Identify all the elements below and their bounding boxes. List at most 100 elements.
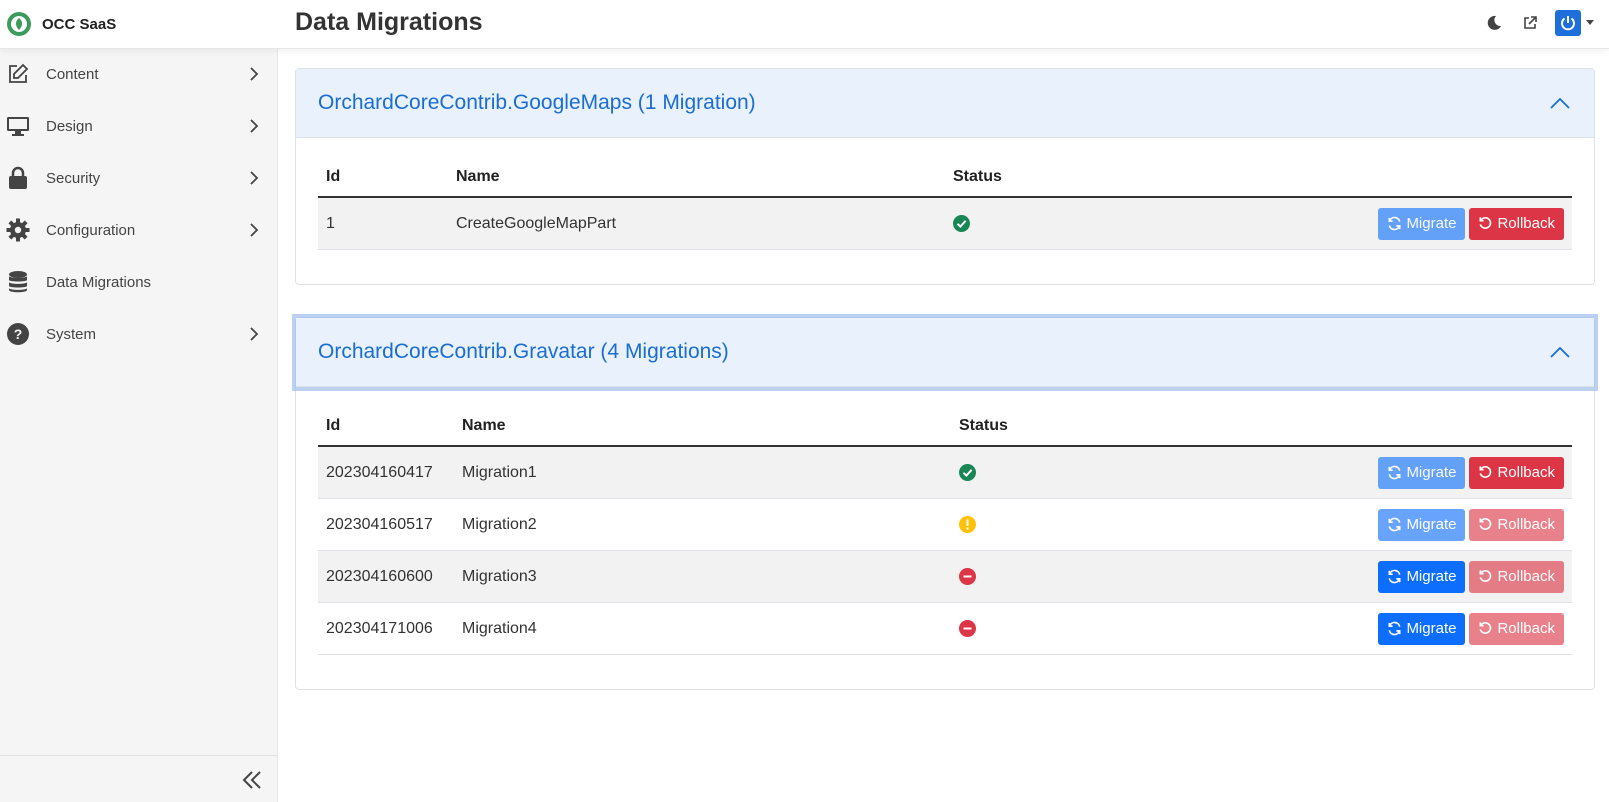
migrate-button[interactable]: Migrate xyxy=(1378,612,1466,645)
svg-text:?: ? xyxy=(14,326,23,342)
sidebar-item-configuration[interactable]: Configuration xyxy=(0,204,277,256)
moon-icon[interactable] xyxy=(1483,12,1505,34)
chevron-up-icon[interactable] xyxy=(1550,346,1570,358)
power-icon[interactable] xyxy=(1555,10,1581,36)
user-menu[interactable] xyxy=(1555,10,1595,36)
orchard-logo-icon xyxy=(7,12,31,36)
table-row: 202304171006 Migration4 Migrate Rollback xyxy=(318,602,1572,655)
migrations-tbody: 1 CreateGoogleMapPart Migrate Rollback xyxy=(318,197,1572,250)
migrate-label: Migrate xyxy=(1406,568,1457,585)
status-cell xyxy=(951,446,1103,499)
page-title: Data Migrations xyxy=(295,8,483,36)
rollback-button[interactable]: Rollback xyxy=(1469,612,1564,645)
column-header-status: Status xyxy=(945,160,1098,198)
chevron-right-icon xyxy=(250,171,259,185)
migration-id: 202304160600 xyxy=(318,550,454,603)
rollback-label: Rollback xyxy=(1497,568,1555,585)
external-link-icon[interactable] xyxy=(1519,12,1541,34)
status-cell xyxy=(951,550,1103,603)
migration-id: 202304160517 xyxy=(318,498,454,551)
module-title[interactable]: OrchardCoreContrib.Gravatar (4 Migration… xyxy=(318,340,729,364)
refresh-icon xyxy=(1388,216,1401,231)
sidebar-item-design[interactable]: Design xyxy=(0,100,277,152)
column-header-status: Status xyxy=(951,409,1103,447)
migration-name: CreateGoogleMapPart xyxy=(448,197,945,250)
migrations-table: Id Name Status 202304160417 Migration1 Mig… xyxy=(318,409,1572,655)
app-name: OCC SaaS xyxy=(42,15,117,33)
migrate-button[interactable]: Migrate xyxy=(1378,456,1466,489)
undo-icon xyxy=(1479,466,1492,478)
rollback-label: Rollback xyxy=(1497,215,1555,232)
module-header[interactable]: OrchardCoreContrib.GoogleMaps (1 Migrati… xyxy=(296,69,1594,138)
migration-name: Migration3 xyxy=(454,550,951,603)
edit-icon xyxy=(6,62,30,86)
top-bar: OCC SaaS Data Migrations xyxy=(0,0,1609,49)
sidebar-menu: Content Design Security Configuration Da… xyxy=(0,48,277,360)
refresh-icon xyxy=(1388,569,1401,584)
refresh-icon xyxy=(1388,465,1401,480)
migration-name: Migration4 xyxy=(454,602,951,655)
actions-cell: Migrate Rollback xyxy=(1102,498,1572,551)
sidebar-item-security[interactable]: Security xyxy=(0,152,277,204)
migration-id: 1 xyxy=(318,197,448,250)
refresh-icon xyxy=(1388,621,1401,636)
undo-icon xyxy=(1479,570,1492,582)
sidebar-item-data-migrations[interactable]: Data Migrations xyxy=(0,256,277,308)
table-row: 202304160600 Migration3 Migrate Rollback xyxy=(318,550,1572,603)
caret-down-icon[interactable] xyxy=(1585,19,1595,27)
column-header-id: Id xyxy=(318,409,454,447)
actions-cell: Migrate Rollback xyxy=(1097,197,1572,250)
brand[interactable]: OCC SaaS xyxy=(6,11,116,37)
column-header-actions xyxy=(1097,160,1572,198)
sidebar-item-content[interactable]: Content xyxy=(0,48,277,100)
sidebar-item-label: Content xyxy=(46,65,99,83)
column-header-name: Name xyxy=(454,409,951,447)
database-icon xyxy=(6,270,30,294)
lock-icon xyxy=(6,166,30,190)
refresh-icon xyxy=(1388,517,1401,532)
status-success-icon xyxy=(959,463,976,481)
module-panel-gravatar: OrchardCoreContrib.Gravatar (4 Migration… xyxy=(295,317,1595,690)
rollback-button[interactable]: Rollback xyxy=(1469,207,1564,240)
header-actions xyxy=(1483,10,1595,36)
column-header-id: Id xyxy=(318,160,448,198)
migrate-label: Migrate xyxy=(1406,620,1457,637)
table-row: 202304160417 Migration1 Migrate Rollback xyxy=(318,446,1572,499)
chevron-right-icon xyxy=(250,119,259,133)
rollback-button[interactable]: Rollback xyxy=(1469,456,1564,489)
status-pending-icon xyxy=(959,619,976,637)
rollback-button[interactable]: Rollback xyxy=(1469,508,1564,541)
module-header[interactable]: OrchardCoreContrib.Gravatar (4 Migration… xyxy=(296,318,1594,387)
rollback-button[interactable]: Rollback xyxy=(1469,560,1564,593)
rollback-label: Rollback xyxy=(1497,620,1555,637)
undo-icon xyxy=(1479,622,1492,634)
migrate-button[interactable]: Migrate xyxy=(1378,560,1466,593)
migration-id: 202304171006 xyxy=(318,602,454,655)
status-cell xyxy=(951,498,1103,551)
actions-cell: Migrate Rollback xyxy=(1102,550,1572,603)
status-warning-icon xyxy=(959,515,976,533)
chevron-right-icon xyxy=(250,67,259,81)
collapse-sidebar-icon[interactable] xyxy=(241,770,263,790)
migrations-table: Id Name Status 1 CreateGoogleMapPart Migra… xyxy=(318,160,1572,250)
actions-cell: Migrate Rollback xyxy=(1102,602,1572,655)
status-pending-icon xyxy=(959,567,976,585)
rollback-label: Rollback xyxy=(1497,516,1555,533)
chevron-right-icon xyxy=(250,327,259,341)
migrate-button[interactable]: Migrate xyxy=(1378,207,1466,240)
migration-id: 202304160417 xyxy=(318,446,454,499)
migrations-tbody: 202304160417 Migration1 Migrate Rollback 202… xyxy=(318,446,1572,655)
question-icon: ? xyxy=(6,322,30,346)
sidebar: Content Design Security Configuration Da… xyxy=(0,48,278,802)
column-header-actions xyxy=(1102,409,1572,447)
sidebar-item-label: Configuration xyxy=(46,221,136,239)
module-body: Id Name Status 202304160417 Migration1 Mig… xyxy=(296,387,1594,689)
module-panel-googlemaps: OrchardCoreContrib.GoogleMaps (1 Migrati… xyxy=(295,68,1595,285)
sidebar-item-system[interactable]: ? System xyxy=(0,308,277,360)
migrate-label: Migrate xyxy=(1406,215,1457,232)
undo-icon xyxy=(1479,217,1492,229)
chevron-up-icon[interactable] xyxy=(1550,97,1570,109)
sidebar-item-label: Security xyxy=(46,169,101,187)
module-title[interactable]: OrchardCoreContrib.GoogleMaps (1 Migrati… xyxy=(318,91,756,115)
migrate-button[interactable]: Migrate xyxy=(1378,508,1466,541)
